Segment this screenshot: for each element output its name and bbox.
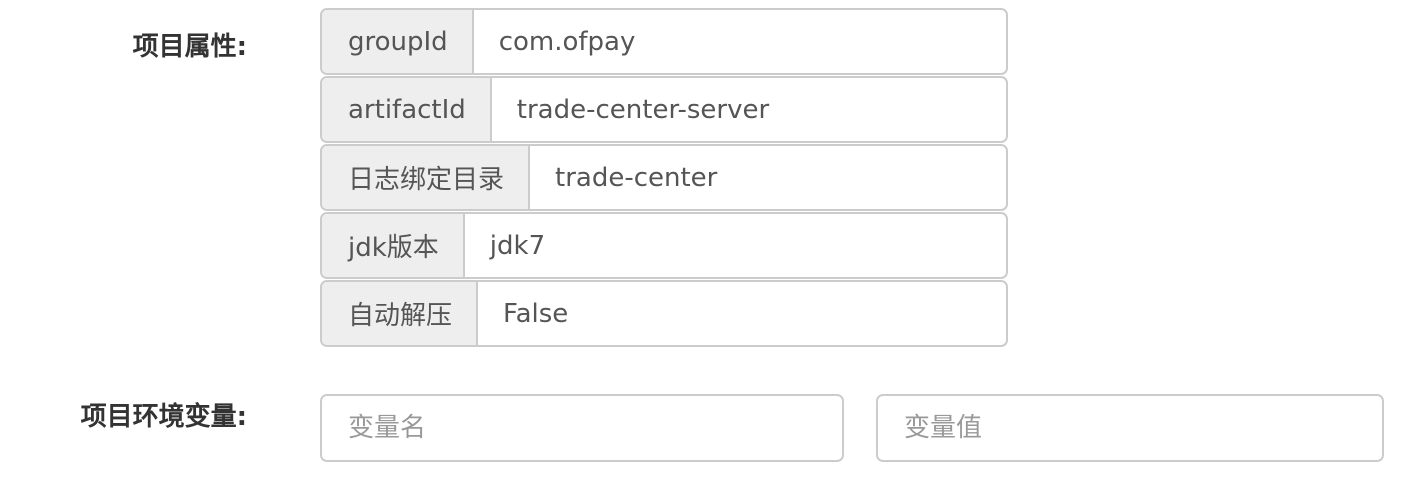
env-var-name-input[interactable] <box>320 394 844 462</box>
property-value-groupid: com.ofpay <box>498 26 636 57</box>
property-key-artifactid: artifactId <box>322 78 492 141</box>
env-var-value-input[interactable] <box>876 394 1384 462</box>
property-value-jdk-version: jdk7 <box>489 230 546 261</box>
property-value-auto-unzip: False <box>503 298 569 329</box>
property-value-artifactid: trade-center-server <box>516 94 770 125</box>
property-row-log-dir: 日志绑定目录 trade-center <box>320 144 1008 211</box>
property-key-auto-unzip: 自动解压 <box>322 282 479 345</box>
property-row-jdk-version: jdk版本 jdk7 <box>320 212 1008 279</box>
property-row-artifactid: artifactId trade-center-server <box>320 76 1008 143</box>
property-row-auto-unzip: 自动解压 False <box>320 280 1008 347</box>
property-key-jdk-version: jdk版本 <box>322 214 465 277</box>
property-key-groupid: groupId <box>322 10 474 73</box>
project-properties-label: 项目属性: <box>132 32 247 62</box>
property-row-groupid: groupId com.ofpay <box>320 8 1008 75</box>
project-properties-group: groupId com.ofpay artifactId trade-cente… <box>320 8 1008 348</box>
project-config-form: 项目属性: groupId com.ofpay artifactId trade… <box>0 0 1410 490</box>
env-vars-label: 项目环境变量: <box>80 402 247 432</box>
property-value-log-dir: trade-center <box>555 162 718 193</box>
property-key-log-dir: 日志绑定目录 <box>322 146 531 209</box>
